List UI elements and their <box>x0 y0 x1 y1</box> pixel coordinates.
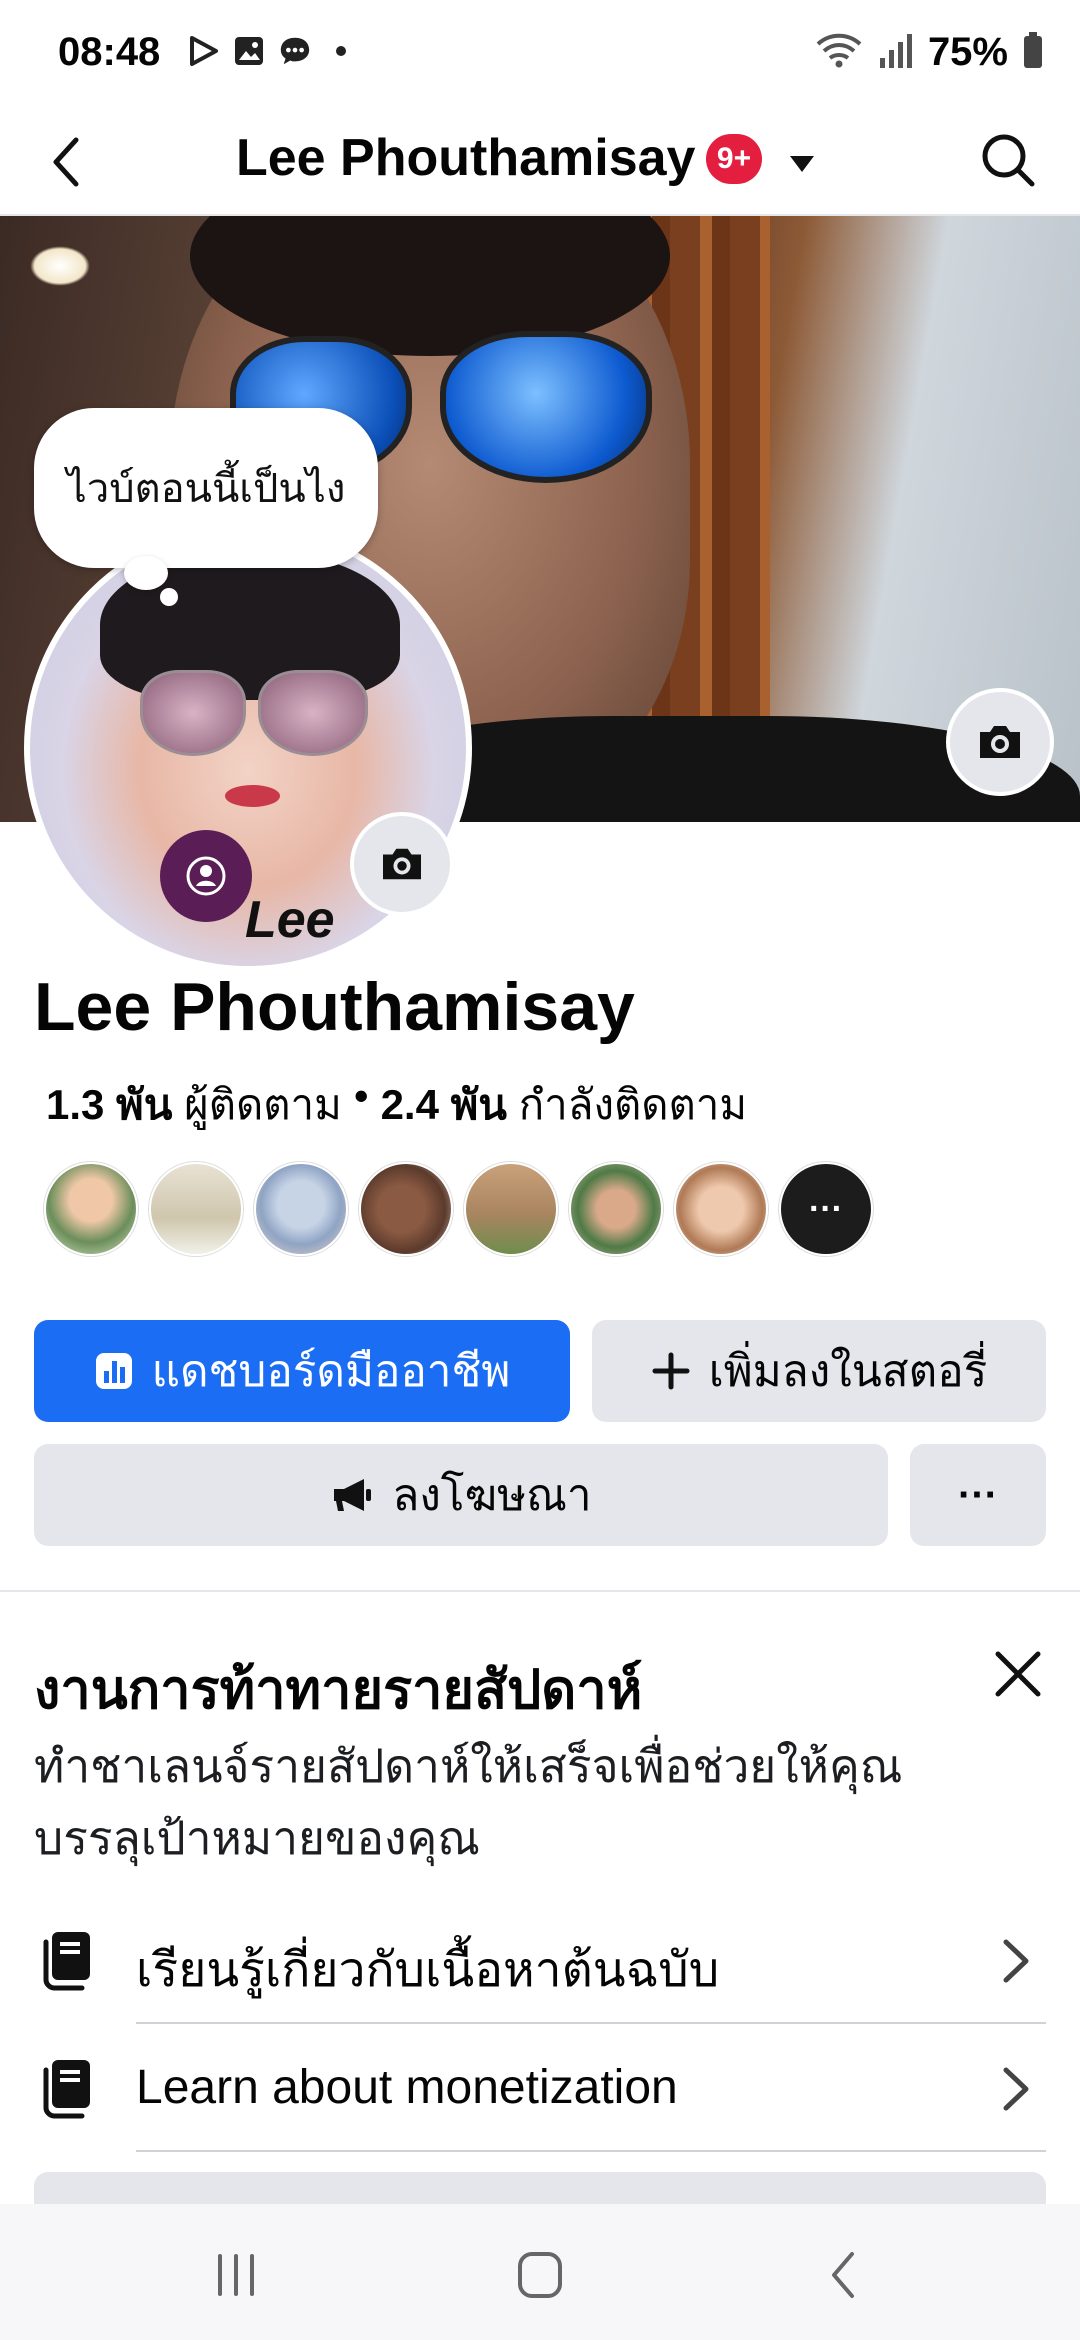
friend-avatar[interactable] <box>149 1162 243 1256</box>
close-icon <box>995 1651 1041 1697</box>
avatar-text: Lee <box>245 891 335 949</box>
plus-icon <box>652 1352 690 1390</box>
megaphone-icon <box>334 1479 372 1511</box>
friends-avatar-row[interactable]: ··· <box>44 1162 873 1256</box>
challenge-item-label: เรียนรู้เกี่ยวกับเนื้อหาต้นฉบับ <box>136 1944 720 1997</box>
frame-badge-icon <box>160 830 252 922</box>
professional-dashboard-button[interactable]: แดชบอร์ดมืออาชีพ <box>34 1320 570 1422</box>
back-icon <box>53 137 79 187</box>
add-to-story-button[interactable]: เพิ่มลงในสตอรี่ <box>592 1320 1046 1422</box>
back-icon <box>832 2252 854 2298</box>
battery-percent: 75% <box>927 30 1008 74</box>
status-note-bubble[interactable]: ไวบ์ตอนนี้เป็นไง <box>34 408 378 568</box>
image-icon <box>232 34 266 68</box>
status-notification-icons <box>186 34 358 68</box>
battery-icon <box>1022 31 1044 74</box>
top-app-bar: Lee Phouthamisay 9+ <box>0 110 1080 216</box>
stats-separator: • <box>353 1072 369 1119</box>
friend-avatar[interactable] <box>569 1162 663 1256</box>
challenge-item-original-content[interactable]: เรียนรู้เกี่ยวกับเนื้อหาต้นฉบับ <box>0 1896 1080 2024</box>
caret-down-icon <box>790 156 814 172</box>
system-navigation-bar <box>0 2204 1080 2340</box>
camera-icon <box>383 848 421 880</box>
followers-link[interactable]: 1.3 พัน ผู้ติดตาม <box>46 1072 342 1138</box>
advertise-button[interactable]: ลงโฆษณา <box>34 1444 888 1546</box>
recent-apps-button[interactable] <box>206 2250 266 2300</box>
system-back-button[interactable] <box>814 2250 874 2300</box>
search-icon <box>982 134 1035 187</box>
dismiss-challenge-button[interactable] <box>988 1644 1048 1704</box>
friend-avatar[interactable] <box>674 1162 768 1256</box>
advertise-label: ลงโฆษณา <box>392 1471 592 1520</box>
chevron-right-icon <box>1003 1939 1029 1983</box>
recents-icon <box>218 2254 254 2296</box>
dot-icon <box>324 34 358 68</box>
friend-avatar[interactable] <box>359 1162 453 1256</box>
status-system-icons: 75% <box>814 30 1044 75</box>
friend-avatar[interactable] <box>44 1162 138 1256</box>
home-button[interactable] <box>510 2250 570 2300</box>
signal-icon <box>878 30 914 75</box>
book-icon <box>43 2060 90 2119</box>
status-time: 08:48 <box>58 30 161 74</box>
wifi-icon <box>814 30 864 75</box>
profile-switcher-button[interactable] <box>784 146 820 182</box>
notification-badge: 9+ <box>706 134 762 184</box>
edit-cover-button[interactable] <box>946 688 1054 796</box>
search-button[interactable] <box>976 128 1040 192</box>
page-title[interactable]: Lee Phouthamisay <box>236 128 695 188</box>
section-divider <box>0 1590 1080 1592</box>
play-icon <box>186 34 220 68</box>
challenge-item-monetization[interactable]: Learn about monetization <box>0 2024 1080 2152</box>
home-icon <box>518 2252 562 2298</box>
friend-avatar[interactable] <box>254 1162 348 1256</box>
dashboard-label: แดชบอร์ดมืออาชีพ <box>151 1347 511 1396</box>
chat-icon <box>278 34 312 68</box>
challenge-description: ทำชาเลนจ์รายสัปดาห์ให้เสร็จเพื่อช่วยให้ค… <box>34 1740 903 1864</box>
status-bar: 08:48 75% <box>0 0 1080 110</box>
following-link[interactable]: 2.4 พัน กำลังติดตาม <box>381 1072 747 1138</box>
more-options-button[interactable]: ··· <box>910 1444 1046 1546</box>
profile-name: Lee Phouthamisay <box>34 969 635 1045</box>
more-friends-button[interactable]: ··· <box>779 1162 873 1256</box>
camera-icon <box>980 726 1020 758</box>
follow-stats: 1.3 พัน ผู้ติดตาม • 2.4 พัน กำลังติดตาม <box>46 1072 747 1138</box>
back-button[interactable] <box>40 130 100 194</box>
edit-profile-picture-button[interactable] <box>350 812 454 916</box>
friend-avatar[interactable] <box>464 1162 558 1256</box>
chevron-right-icon <box>1003 2067 1029 2111</box>
add-story-label: เพิ่มลงในสตอรี่ <box>708 1347 988 1396</box>
challenge-item-label: Learn about monetization <box>136 2061 678 2114</box>
challenge-title: งานการท้าทายรายสัปดาห์ <box>34 1660 643 1720</box>
book-icon <box>43 1932 90 1991</box>
dashboard-icon <box>95 1353 132 1389</box>
